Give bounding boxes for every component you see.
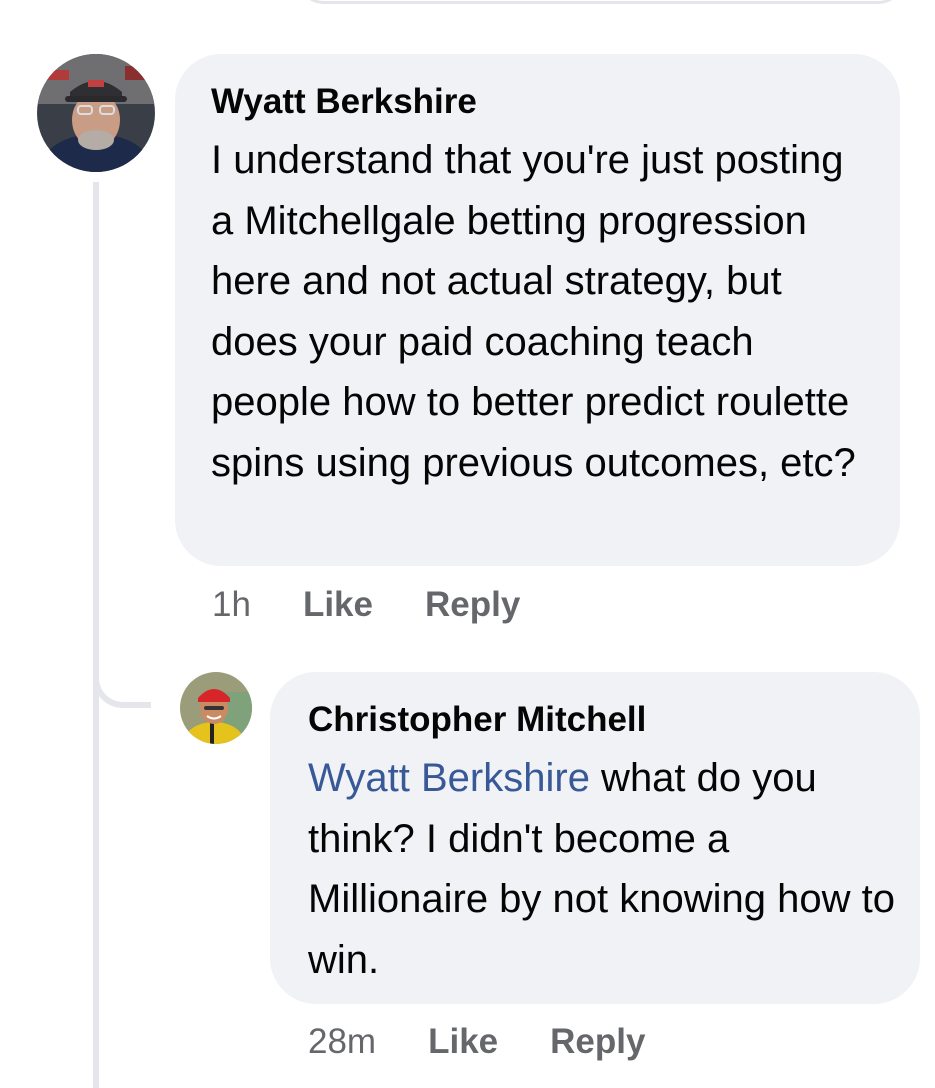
user-photo-icon bbox=[180, 672, 252, 744]
thread-reply-connector bbox=[93, 640, 151, 708]
reply-button[interactable]: Reply bbox=[550, 1020, 645, 1064]
previous-comment-bubble-edge bbox=[296, 0, 906, 4]
comment-author[interactable]: Wyatt Berkshire bbox=[211, 80, 870, 124]
thread-line bbox=[93, 182, 99, 1088]
comment-timestamp[interactable]: 1h bbox=[212, 583, 251, 627]
user-photo-icon bbox=[37, 54, 155, 172]
mention-link[interactable]: Wyatt Berkshire bbox=[308, 756, 590, 800]
avatar[interactable] bbox=[180, 672, 252, 744]
avatar[interactable] bbox=[37, 54, 155, 172]
comment-actions: 1h Like Reply bbox=[212, 583, 572, 627]
comment-bubble: Wyatt Berkshire I understand that you're… bbox=[175, 54, 900, 566]
comment-actions: 28m Like Reply bbox=[308, 1020, 697, 1064]
comment-text: Wyatt Berkshire what do you think? I did… bbox=[308, 748, 896, 990]
comment-text: I understand that you're just posting a … bbox=[211, 138, 856, 485]
comment-bubble: Christopher Mitchell Wyatt Berkshire wha… bbox=[270, 672, 920, 1004]
like-button[interactable]: Like bbox=[428, 1020, 498, 1064]
comment-timestamp[interactable]: 28m bbox=[308, 1020, 376, 1064]
reply-button[interactable]: Reply bbox=[425, 583, 520, 627]
like-button[interactable]: Like bbox=[303, 583, 373, 627]
comment-author[interactable]: Christopher Mitchell bbox=[308, 698, 896, 742]
